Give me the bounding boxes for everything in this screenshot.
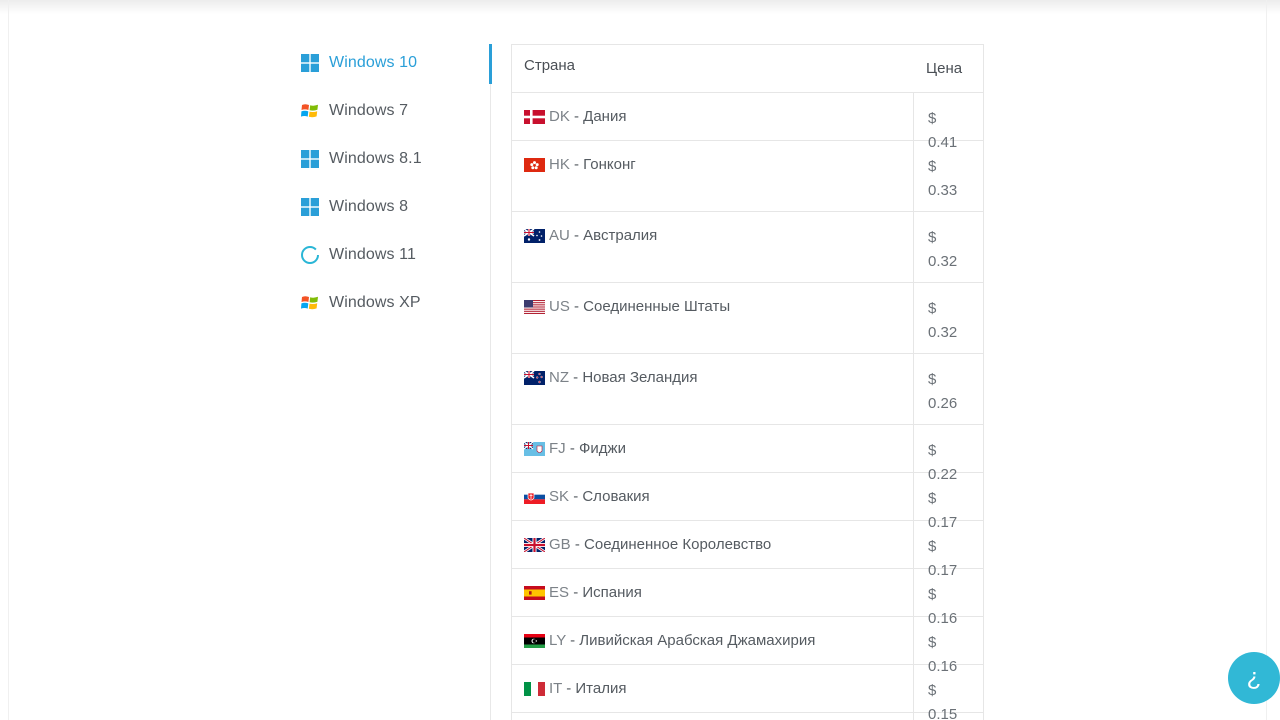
country-code: NZ: [549, 369, 569, 386]
country-code: ES: [549, 584, 570, 601]
flag-ly-icon: [524, 634, 545, 648]
sidebar-divider: [490, 44, 491, 720]
country-code: AU: [549, 227, 570, 244]
country-cell: LY - Ливийская Арабская Джамахирия: [512, 617, 914, 664]
country-code: LY: [549, 632, 566, 649]
price-cell: $ 0.16: [928, 634, 958, 675]
column-header-country: Страна: [524, 57, 576, 74]
flag-au-icon: [524, 229, 545, 243]
country-cell: AU - Австралия: [512, 212, 914, 282]
windows-flag-icon: [300, 293, 320, 313]
flag-gb-icon: [524, 538, 545, 552]
price-cell: $ 0.32: [928, 229, 958, 270]
table-header-row: Страна Цена: [512, 45, 983, 93]
top-bar-shadow: [0, 0, 1280, 14]
country-name: - Словакия: [573, 488, 650, 505]
country-code: HK: [549, 156, 570, 173]
country-code: SK: [549, 488, 570, 505]
country-cell: [512, 713, 914, 720]
sidebar-item-label: Windows XP: [329, 294, 421, 311]
country-name: - Соединенное Королевство: [574, 536, 772, 553]
sidebar-item-label: Windows 11: [329, 246, 416, 263]
os-sidebar: Windows 10 Windows 7 Windows 8.1 Windows…: [300, 39, 492, 327]
country-cell: IT - Италия: [512, 665, 914, 712]
flag-us-icon: [524, 300, 545, 314]
country-name: - Соединенные Штаты: [574, 298, 731, 315]
price-cell: $ 0.22: [928, 442, 958, 483]
table-row: IT - Италия $ 0.15: [512, 665, 983, 720]
windows-logo-icon: [300, 53, 320, 73]
sidebar-item-windows-8-1[interactable]: Windows 8.1: [300, 135, 492, 183]
country-name: - Италия: [566, 680, 627, 697]
table-row: DK - Дания $ 0.41: [512, 93, 983, 151]
table-row: AU - Австралия $ 0.32: [512, 212, 983, 283]
sidebar-item-label: Windows 8: [329, 198, 409, 215]
frame-edge-right: [1266, 0, 1267, 720]
flag-fj-icon: [524, 442, 545, 456]
flag-sk-icon: [524, 490, 545, 504]
price-cell: $ 0.26: [928, 371, 958, 412]
country-name: - Гонконг: [574, 156, 636, 173]
chat-help-icon: ¿: [1246, 664, 1262, 691]
flag-es-icon: [524, 586, 545, 600]
country-cell: DK - Дания: [512, 93, 914, 140]
country-cell: GB - Соединенное Королевство: [512, 521, 914, 568]
chat-help-button[interactable]: ¿: [1228, 652, 1280, 704]
price-cell: $ 0.17: [928, 490, 958, 531]
table-row: HK - Гонконг $ 0.33: [512, 141, 983, 212]
country-cell: NZ - Новая Зеландия: [512, 354, 914, 424]
windows-11-ring-icon: [300, 245, 320, 265]
table-row: NZ - Новая Зеландия $ 0.26: [512, 354, 983, 425]
table-row: SK - Словакия $ 0.17: [512, 473, 983, 531]
country-cell: US - Соединенные Штаты: [512, 283, 914, 353]
price-cell: $ 0.15: [928, 682, 958, 720]
flag-it-icon: [524, 682, 545, 696]
windows-flag-icon: [300, 101, 320, 121]
country-code: US: [549, 298, 570, 315]
active-tab-indicator: [489, 44, 492, 84]
price-cell: $ 0.16: [928, 586, 958, 627]
table-row: FJ - Фиджи $ 0.22: [512, 425, 983, 483]
country-code: IT: [549, 680, 563, 697]
price-cell: [914, 713, 983, 720]
country-name: - Австралия: [574, 227, 658, 244]
sidebar-item-windows-xp[interactable]: Windows XP: [300, 279, 492, 327]
sidebar-item-label: Windows 10: [329, 54, 418, 71]
flag-dk-icon: [524, 110, 545, 124]
column-header-price: Цена: [926, 60, 963, 77]
country-name: - Дания: [574, 108, 627, 125]
price-cell: $ 0.32: [928, 300, 958, 341]
windows-logo-icon: [300, 197, 320, 217]
flag-nz-icon: [524, 371, 545, 385]
price-cell: $ 0.41: [928, 110, 958, 151]
country-name: - Фиджи: [569, 440, 626, 457]
country-cell: FJ - Фиджи: [512, 425, 914, 472]
country-name: - Ливийская Арабская Джамахирия: [570, 632, 816, 649]
country-name: - Новая Зеландия: [573, 369, 698, 386]
country-code: FJ: [549, 440, 566, 457]
table-row: US - Соединенные Штаты $ 0.32: [512, 283, 983, 354]
sidebar-item-label: Windows 7: [329, 102, 409, 119]
windows-logo-icon: [300, 149, 320, 169]
flag-hk-icon: [524, 158, 545, 172]
sidebar-item-windows-7[interactable]: Windows 7: [300, 87, 492, 135]
country-code: DK: [549, 108, 570, 125]
country-code: GB: [549, 536, 571, 553]
country-cell: HK - Гонконг: [512, 141, 914, 211]
table-row: GB - Соединенное Королевство $ 0.17: [512, 521, 983, 579]
country-name: - Испания: [573, 584, 642, 601]
sidebar-item-windows-10[interactable]: Windows 10: [300, 39, 492, 87]
price-cell: $ 0.17: [928, 538, 958, 579]
price-cell: $ 0.33: [928, 158, 958, 199]
price-table: Страна Цена DK - Дания $ 0.41 HK - Гонко…: [511, 44, 984, 720]
country-cell: SK - Словакия: [512, 473, 914, 520]
sidebar-item-label: Windows 8.1: [329, 150, 422, 167]
table-row: ES - Испания $ 0.16: [512, 569, 983, 627]
country-cell: ES - Испания: [512, 569, 914, 616]
table-row-partial: [512, 713, 983, 720]
table-row: LY - Ливийская Арабская Джамахирия $ 0.1…: [512, 617, 983, 675]
frame-edge-left: [8, 0, 9, 720]
sidebar-item-windows-8[interactable]: Windows 8: [300, 183, 492, 231]
sidebar-item-windows-11[interactable]: Windows 11: [300, 231, 492, 279]
